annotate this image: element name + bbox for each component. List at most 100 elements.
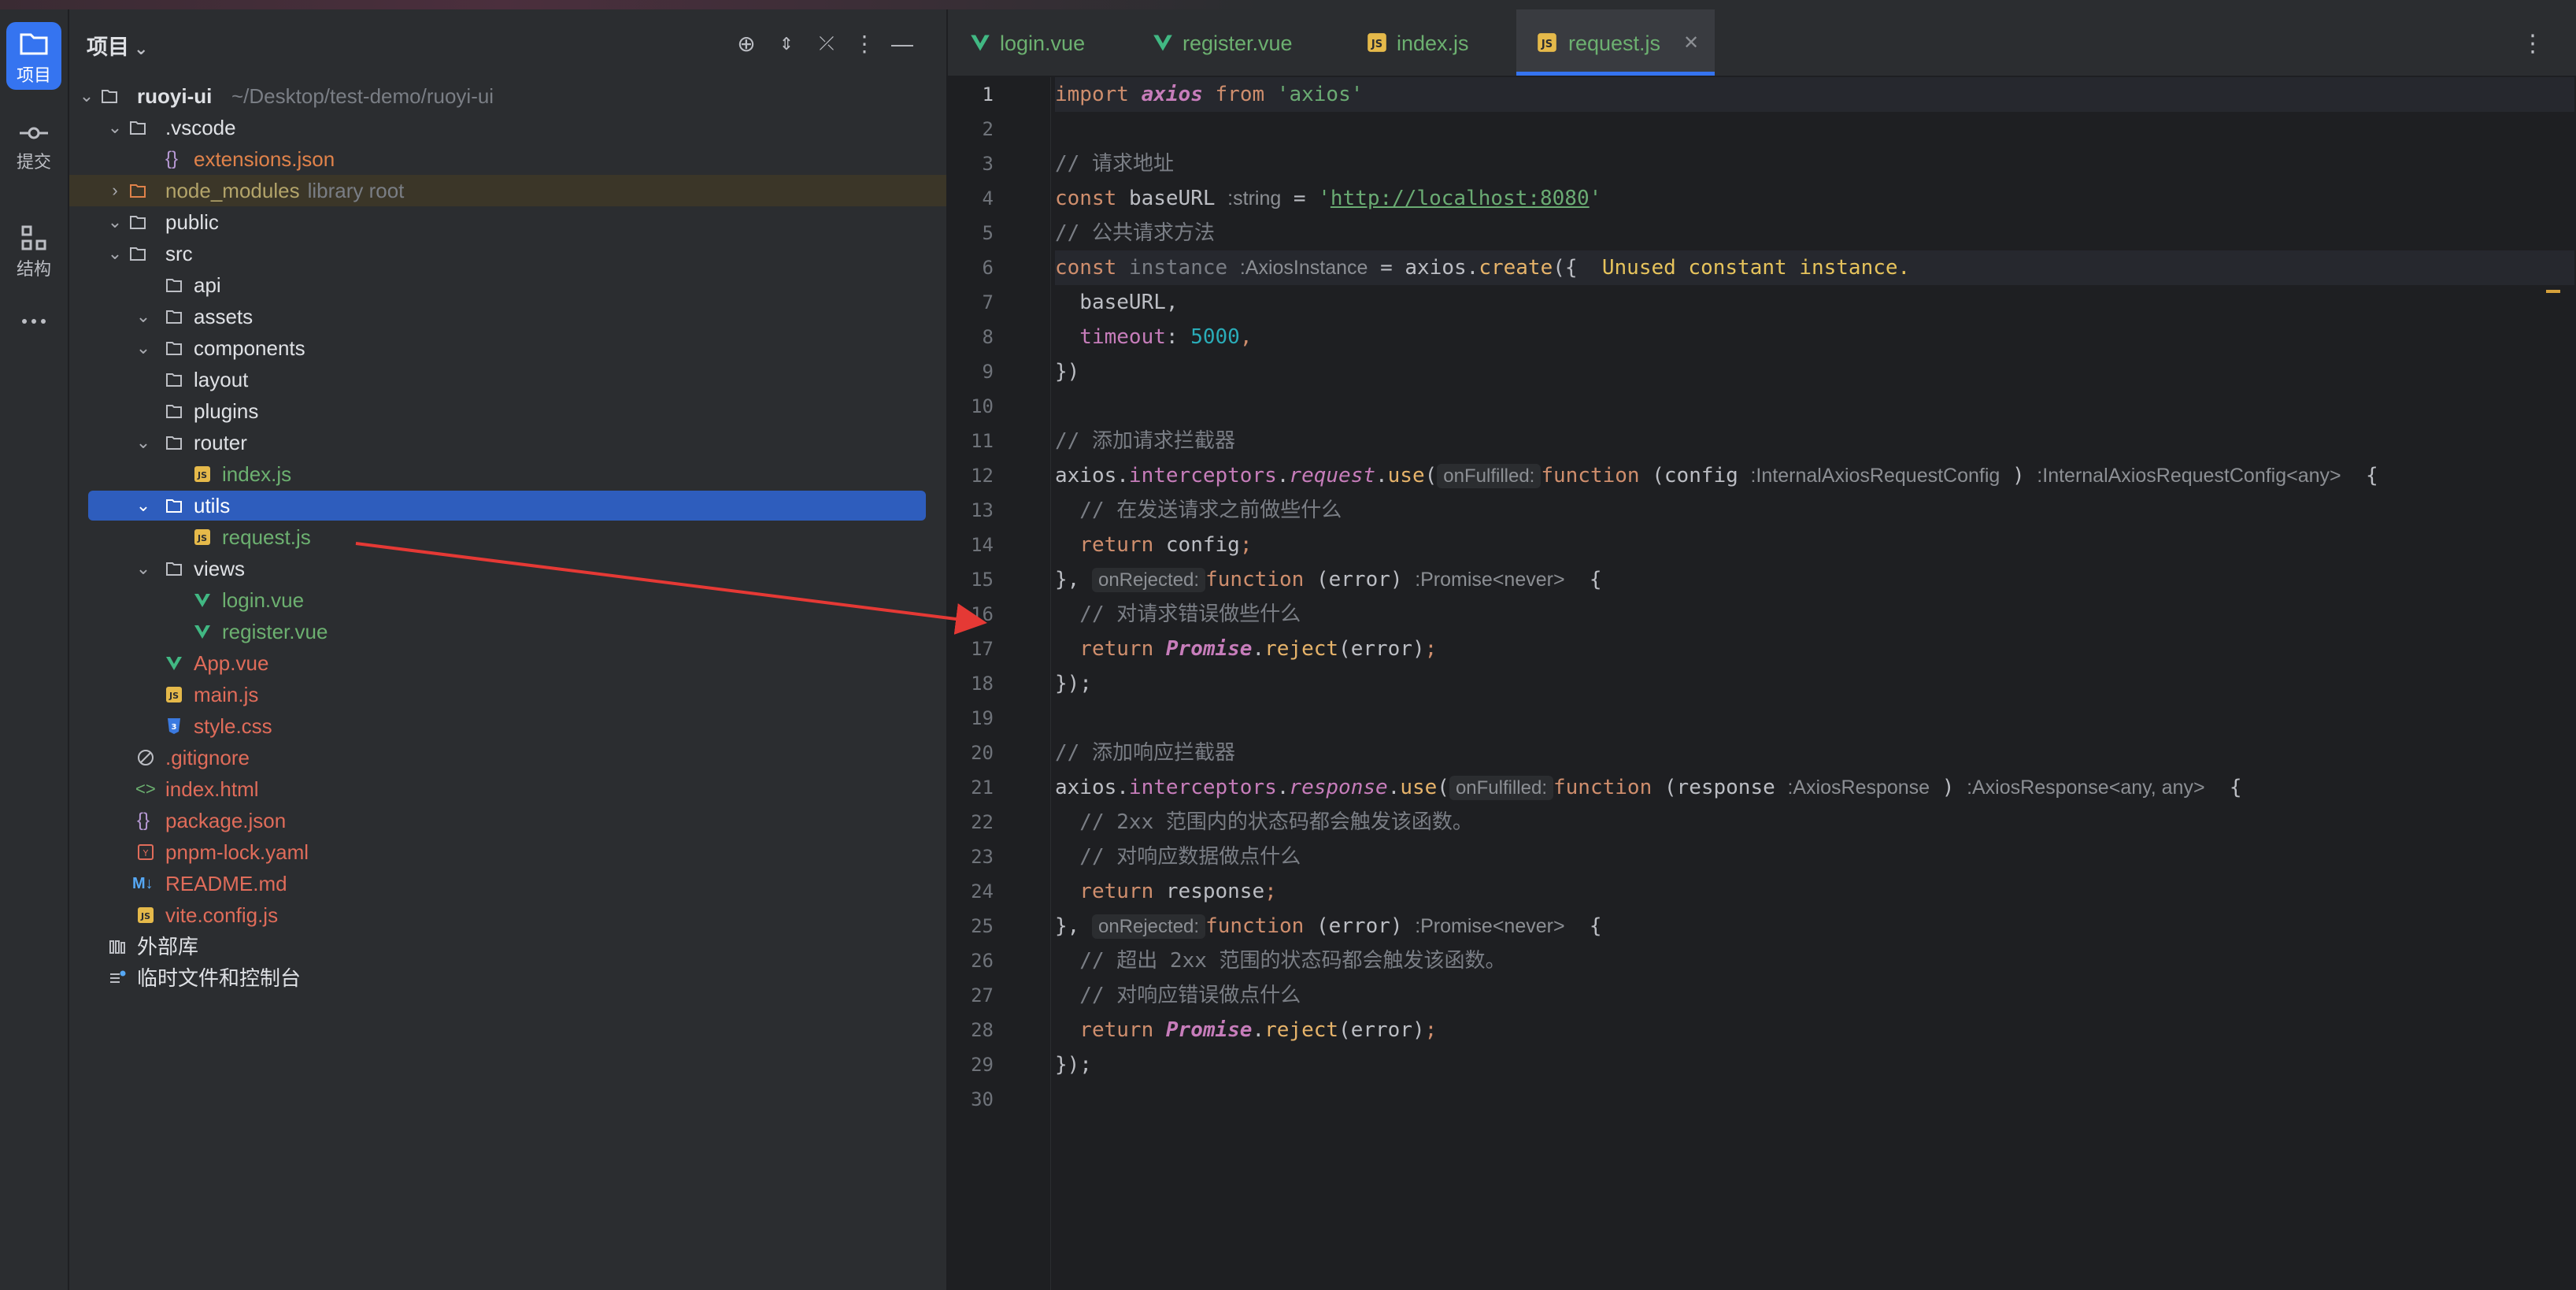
tree-row-vscode[interactable]: ⌄ .vscode bbox=[69, 112, 946, 143]
line-number: 24 bbox=[971, 880, 994, 903]
tree-row-main-js[interactable]: JS main.js bbox=[69, 679, 946, 710]
vue-file-icon bbox=[1153, 35, 1172, 51]
code-token: import bbox=[1055, 83, 1129, 106]
chevron-down-icon[interactable]: ⌄ bbox=[105, 112, 124, 143]
tab-request-js[interactable]: JS request.js ✕ bbox=[1516, 9, 1715, 76]
type-hint: :InternalAxiosRequestConfig<any> bbox=[2037, 465, 2341, 487]
folder-icon bbox=[166, 405, 182, 418]
code-token: // 对响应错误做点什么 bbox=[1055, 984, 1301, 1007]
tree-row-utils[interactable]: ⌄ utils bbox=[69, 490, 946, 521]
tree-row-package-json[interactable]: {} package.json bbox=[69, 805, 946, 836]
panel-options-icon[interactable]: ⋮ bbox=[850, 30, 879, 58]
tree-row-extensions-json[interactable]: {} extensions.json bbox=[69, 143, 946, 175]
code-token: : bbox=[1165, 325, 1191, 349]
line-number: 3 bbox=[982, 153, 994, 175]
tree-row-external-libraries[interactable]: 外部库 bbox=[69, 931, 946, 962]
tree-row-readme[interactable]: M↓ README.md bbox=[69, 868, 946, 899]
folder-icon bbox=[130, 121, 146, 135]
code-line: }); bbox=[1055, 666, 1092, 701]
line-number: 16 bbox=[971, 603, 994, 625]
tree-row-src[interactable]: ⌄ src bbox=[69, 238, 946, 269]
code-token: // 超出 2xx 范围的状态码都会触发该函数。 bbox=[1055, 949, 1506, 973]
tree-row-views[interactable]: ⌄ views bbox=[69, 553, 946, 584]
tree-row-request-js[interactable]: JS request.js bbox=[69, 521, 946, 553]
tree-root-row[interactable]: ⌄ ruoyi-ui ~/Desktop/test-demo/ruoyi-ui bbox=[69, 80, 946, 112]
tree-row-router-index-js[interactable]: JS index.js bbox=[69, 458, 946, 490]
tree-row-api[interactable]: api bbox=[69, 269, 946, 301]
code-token: // 对响应数据做点什么 bbox=[1055, 845, 1301, 869]
line-number: 5 bbox=[982, 222, 994, 244]
locate-file-icon[interactable]: ⊕ bbox=[732, 30, 761, 58]
code-token: axios. bbox=[1055, 776, 1129, 799]
activity-commit[interactable]: 提交 bbox=[6, 121, 61, 184]
activity-more[interactable] bbox=[6, 313, 61, 345]
tree-row-components[interactable]: ⌄ components bbox=[69, 332, 946, 364]
tree-row-app-vue[interactable]: App.vue bbox=[69, 647, 946, 679]
chevron-down-icon[interactable]: ⌄ bbox=[134, 427, 153, 458]
tree-row-gitignore[interactable]: .gitignore bbox=[69, 742, 946, 773]
tree-label: extensions.json bbox=[194, 147, 335, 171]
close-icon[interactable]: ✕ bbox=[1683, 9, 1699, 77]
warning-scroll-marker bbox=[2546, 290, 2560, 293]
tree-label: views bbox=[194, 557, 246, 580]
tree-row-node-modules[interactable]: › node_modules library root bbox=[69, 175, 946, 206]
code-line: timeout: 5000, bbox=[1055, 320, 1252, 354]
tree-row-scratches[interactable]: 临时文件和控制台 bbox=[69, 962, 946, 994]
tree-row-plugins[interactable]: plugins bbox=[69, 395, 946, 427]
code-token: }); bbox=[1055, 672, 1092, 695]
chevron-down-icon[interactable]: ⌄ bbox=[134, 332, 153, 364]
tree-label: pnpm-lock.yaml bbox=[165, 840, 309, 864]
parameter-name-hint: onRejected: bbox=[1091, 568, 1206, 592]
tree-row-public[interactable]: ⌄ public bbox=[69, 206, 946, 238]
tree-row-vite-config[interactable]: JS vite.config.js bbox=[69, 899, 946, 931]
inline-warning: Unused constant instance. bbox=[1601, 256, 1911, 280]
line-number: 28 bbox=[971, 1019, 994, 1041]
code-token: timeout bbox=[1055, 325, 1166, 349]
code-token: 'axios' bbox=[1276, 83, 1364, 106]
tree-label: index.js bbox=[222, 462, 292, 486]
activity-project[interactable]: 项目 bbox=[6, 22, 61, 90]
chevron-down-icon[interactable]: ⌄ bbox=[134, 490, 153, 521]
line-number: 20 bbox=[971, 742, 994, 764]
activity-structure[interactable]: 结构 bbox=[6, 224, 61, 287]
code-token: reject bbox=[1264, 637, 1339, 661]
line-number: 14 bbox=[971, 534, 994, 556]
chevron-down-icon[interactable]: ⌄ bbox=[77, 80, 96, 112]
chevron-down-icon[interactable]: ⌄ bbox=[134, 301, 153, 332]
tree-row-index-html[interactable]: <> index.html bbox=[69, 773, 946, 805]
code-line: // 在发送请求之前做些什么 bbox=[1055, 493, 1342, 528]
chevron-down-icon[interactable]: ⌄ bbox=[105, 206, 124, 238]
folder-icon bbox=[20, 33, 48, 55]
tree-row-pnpm-lock[interactable]: Y pnpm-lock.yaml bbox=[69, 836, 946, 868]
chevron-down-icon[interactable]: ⌄ bbox=[105, 238, 124, 269]
tree-label: utils bbox=[194, 494, 231, 517]
library-icon bbox=[109, 940, 125, 954]
code-line: return Promise.reject(error); bbox=[1055, 632, 1437, 666]
tab-register-vue[interactable]: register.vue bbox=[1151, 9, 1340, 76]
project-title-dropdown[interactable]: 项目 ⌄ bbox=[87, 30, 148, 61]
hide-panel-icon[interactable]: — bbox=[888, 30, 916, 58]
chevron-down-icon[interactable]: ⌄ bbox=[134, 553, 153, 584]
chevron-right-icon[interactable]: › bbox=[105, 175, 124, 206]
code-line: }) bbox=[1055, 354, 1079, 389]
tree-row-register-vue[interactable]: register.vue bbox=[69, 616, 946, 647]
tree-label: assets bbox=[194, 305, 254, 328]
tab-index-js[interactable]: JS index.js bbox=[1365, 9, 1538, 76]
code-area[interactable]: import axios from 'axios' // 请求地址 const ba… bbox=[1055, 77, 2574, 1290]
tree-row-assets[interactable]: ⌄ assets bbox=[69, 301, 946, 332]
collapse-all-icon[interactable]: ⤫ bbox=[812, 30, 841, 58]
tree-row-router[interactable]: ⌄ router bbox=[69, 427, 946, 458]
code-token: ( bbox=[1437, 776, 1449, 799]
expand-all-icon[interactable]: ⇕ bbox=[772, 30, 801, 58]
tab-login-vue[interactable]: login.vue bbox=[968, 9, 1142, 76]
code-token: const bbox=[1055, 256, 1117, 280]
code-token: use bbox=[1400, 776, 1438, 799]
tree-row-login-vue[interactable]: login.vue bbox=[69, 584, 946, 616]
code-token: request bbox=[1289, 464, 1375, 487]
tree-row-layout[interactable]: layout bbox=[69, 364, 946, 395]
tab-options-icon[interactable]: ⋮ bbox=[2521, 30, 2545, 57]
tree-label: .vscode bbox=[165, 116, 236, 139]
tree-row-style-css[interactable]: 3 style.css bbox=[69, 710, 946, 742]
code-token: { bbox=[1589, 914, 1602, 938]
